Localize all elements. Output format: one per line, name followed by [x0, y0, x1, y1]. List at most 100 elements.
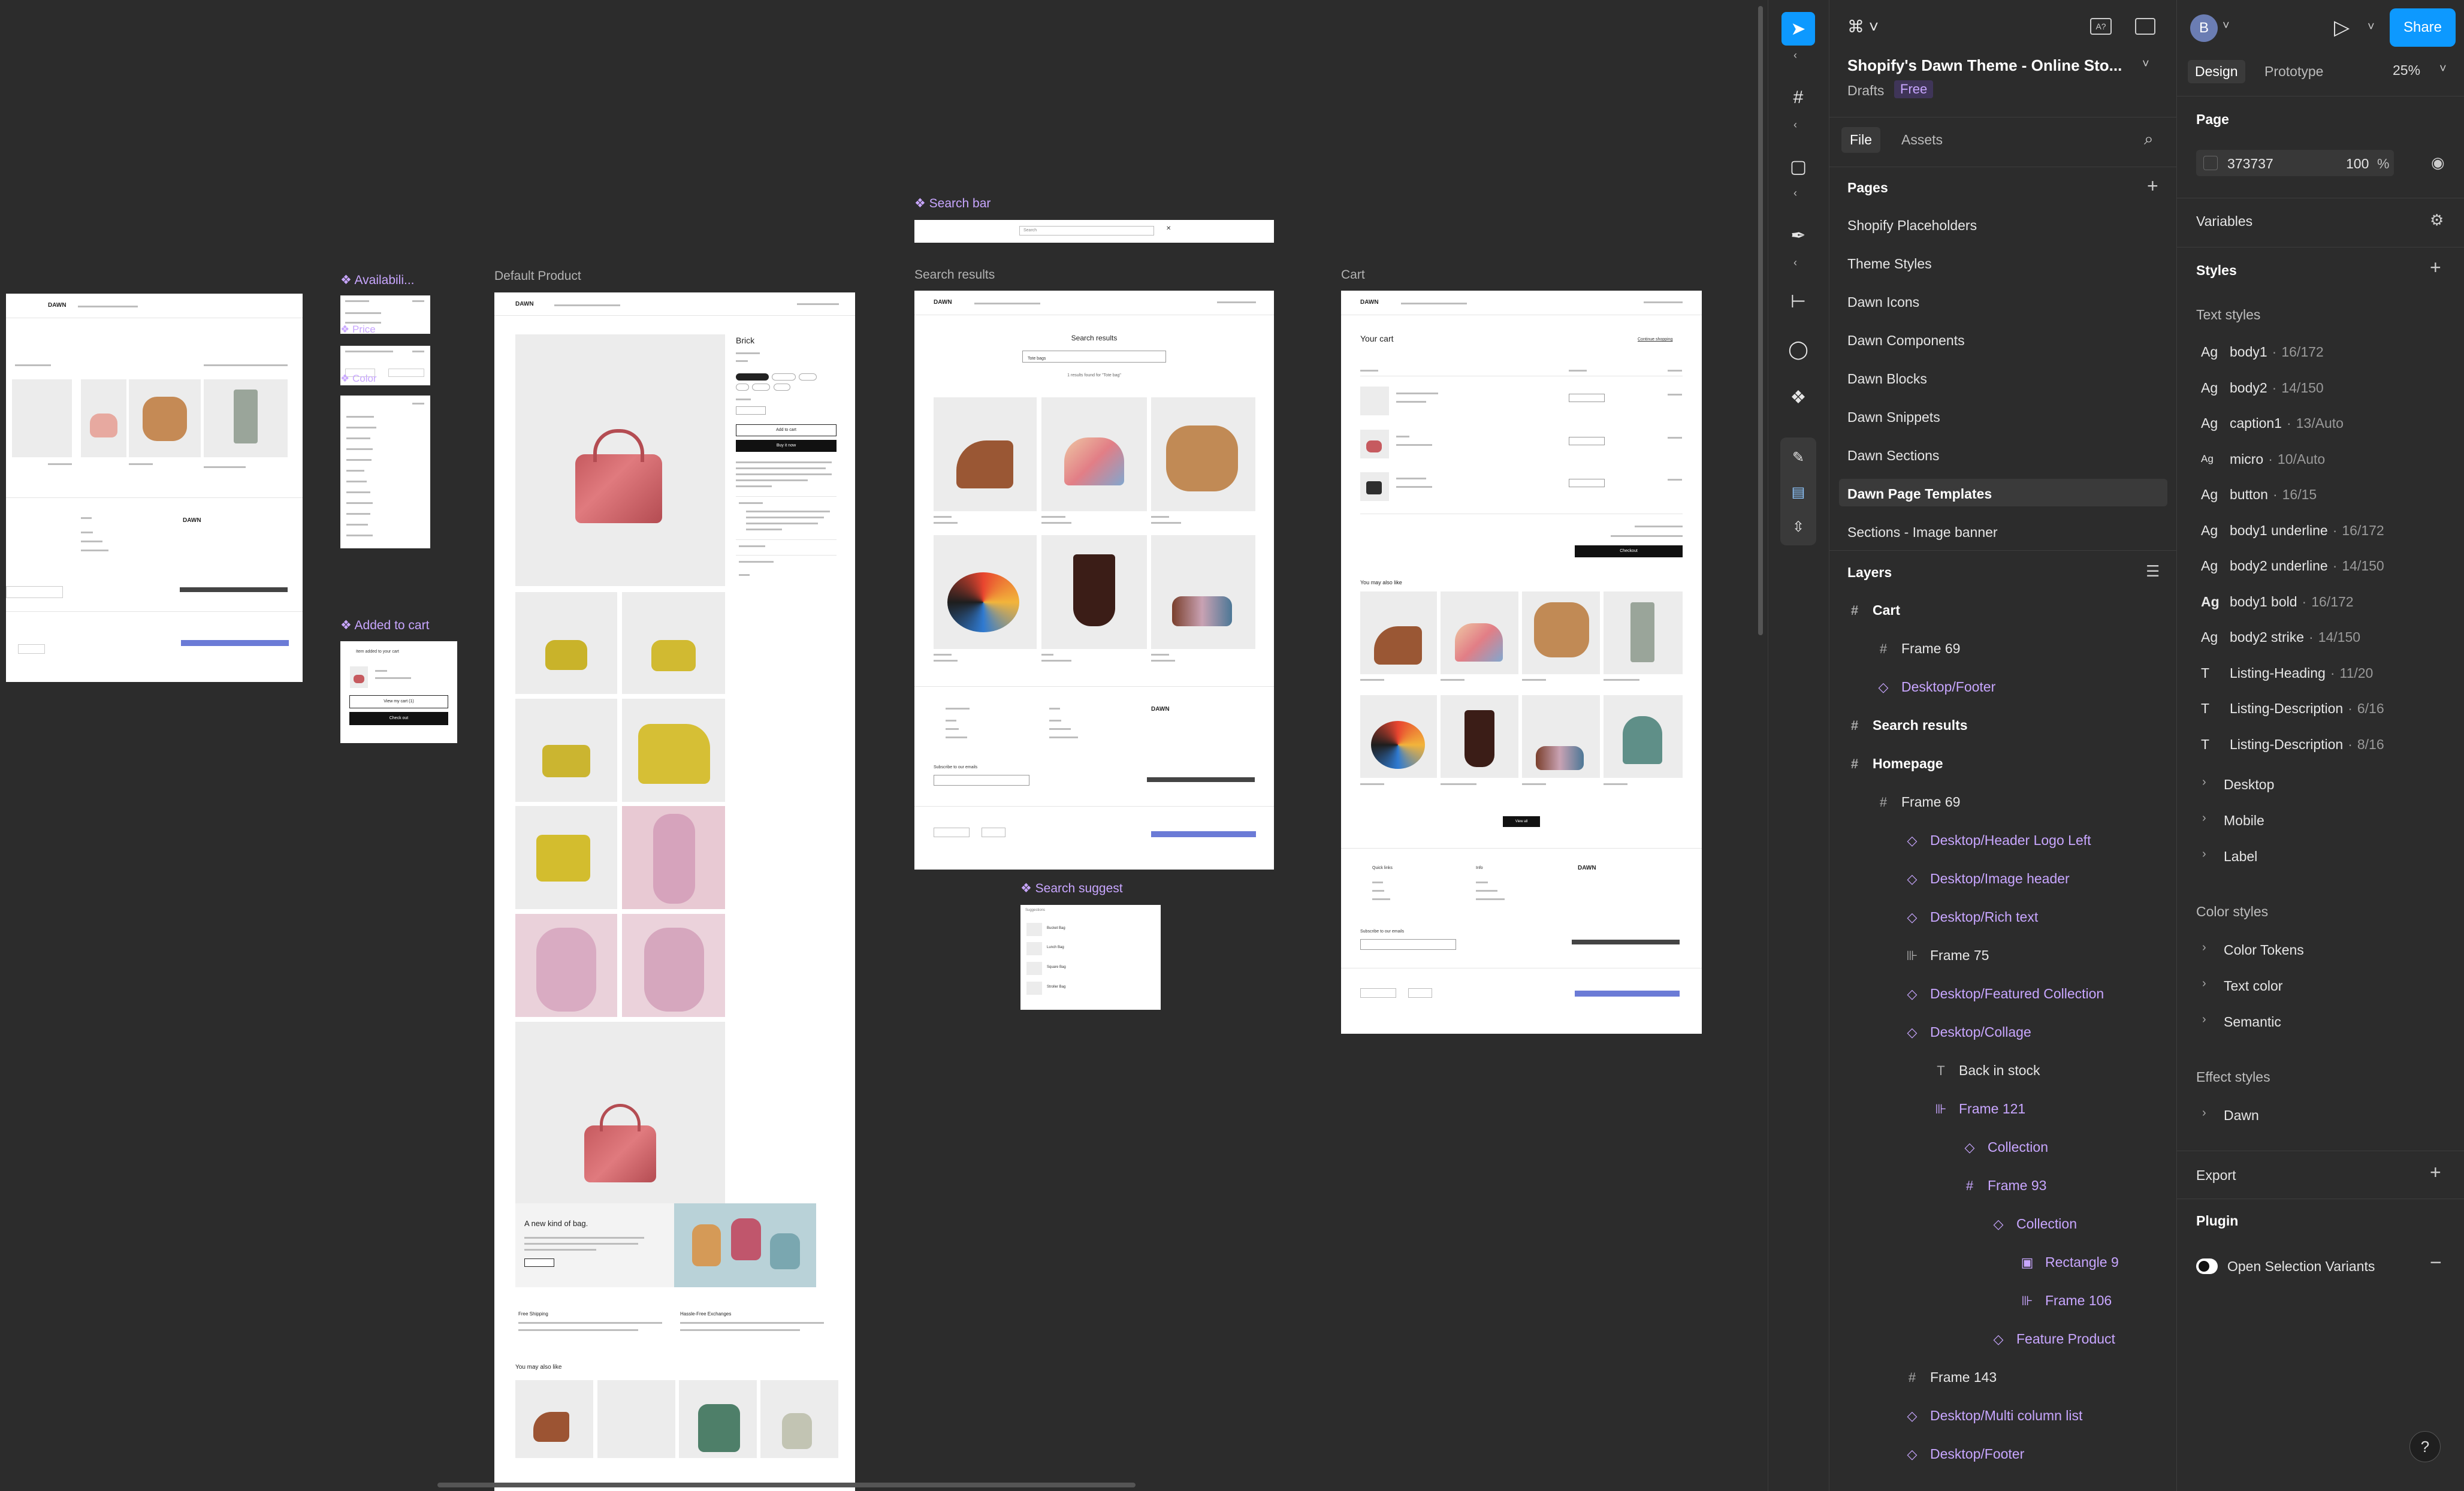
tab-prototype[interactable]: Prototype: [2257, 60, 2330, 83]
price-label[interactable]: ❖ Price: [340, 324, 376, 336]
add-style-icon[interactable]: +: [2430, 256, 2441, 279]
style-group[interactable]: Text color: [2224, 978, 2282, 994]
page-opacity-value[interactable]: 100: [2346, 156, 2369, 172]
spacing-tool-icon[interactable]: ⇳: [1781, 510, 1815, 544]
text-style-item[interactable]: Ag caption1 · 13/Auto: [2201, 415, 2344, 431]
share-button[interactable]: Share: [2390, 8, 2456, 47]
layer-row[interactable]: ⊪ Frame 121: [1934, 1101, 2025, 1117]
search-results-frame[interactable]: DAWN Search results Tote bags 1 results …: [914, 291, 1274, 870]
color-label[interactable]: ❖ Color: [340, 373, 377, 385]
remove-plugin-icon[interactable]: −: [2430, 1251, 2442, 1275]
layer-row[interactable]: ◇ Desktop/Header Logo Left: [1905, 832, 2091, 849]
layer-row[interactable]: # Homepage: [1847, 756, 1943, 772]
page-item[interactable]: Dawn Components: [1847, 333, 1965, 349]
layer-row[interactable]: ▣ Rectangle 9: [2020, 1254, 2119, 1270]
style-group[interactable]: Semantic: [2224, 1014, 2281, 1030]
chevron-right-icon[interactable]: ›: [2202, 811, 2206, 825]
layer-row[interactable]: ◇ Desktop/Footer: [1876, 679, 1996, 695]
layer-row[interactable]: # Frame 69: [1876, 794, 1961, 810]
comment-tool-icon[interactable]: ◯: [1781, 333, 1815, 366]
pen-tool-icon[interactable]: ✒: [1781, 219, 1815, 252]
cart-label[interactable]: Cart: [1341, 268, 1365, 282]
style-group[interactable]: Mobile: [2224, 813, 2264, 829]
chevron-down-icon[interactable]: ˅: [2368, 20, 2375, 34]
layer-row[interactable]: # Search results: [1847, 717, 1968, 734]
add-page-icon[interactable]: +: [2147, 175, 2158, 197]
frame-collection-partial[interactable]: DAWN DAWN: [6, 294, 303, 682]
measure-tool-icon[interactable]: ▤: [1781, 475, 1815, 509]
page-item[interactable]: Theme Styles: [1847, 256, 1932, 272]
variables-settings-icon[interactable]: ⚙: [2430, 211, 2444, 230]
added-to-cart-label[interactable]: ❖ Added to cart: [340, 618, 429, 633]
layer-row[interactable]: ◇ Desktop/Featured Collection: [1905, 986, 2104, 1002]
chevron-right-icon[interactable]: ›: [2202, 847, 2206, 861]
layer-row[interactable]: # Frame 93: [1962, 1178, 2047, 1194]
search-bar-component[interactable]: Search ✕: [914, 220, 1274, 243]
eye-icon[interactable]: ◉: [2431, 153, 2445, 172]
variables-header[interactable]: Variables: [2196, 213, 2252, 230]
chevron-down-icon[interactable]: ‹: [1793, 256, 1797, 269]
text-style-item[interactable]: Ag body1 · 16/172: [2201, 344, 2324, 360]
color-component[interactable]: [340, 396, 430, 548]
text-style-item[interactable]: Ag micro · 10/Auto: [2201, 451, 2325, 467]
horizontal-scrollbar[interactable]: [437, 1483, 1136, 1487]
ai-icon[interactable]: A?: [2090, 18, 2112, 35]
layer-row[interactable]: ◇ Desktop/Rich text: [1905, 909, 2039, 925]
text-style-item[interactable]: Ag button · 16/15: [2201, 487, 2317, 503]
help-button[interactable]: ?: [2409, 1431, 2441, 1462]
layer-row[interactable]: ⊪ Frame 106: [2020, 1293, 2112, 1309]
layers-list-icon[interactable]: ☰: [2146, 562, 2160, 581]
chevron-right-icon[interactable]: ›: [2202, 977, 2206, 991]
chevron-down-icon[interactable]: ‹: [1793, 119, 1797, 131]
tab-file[interactable]: File: [1841, 127, 1881, 153]
layer-row[interactable]: ◇ Collection: [1962, 1139, 2048, 1155]
layer-row[interactable]: ◇ Feature Product: [1991, 1331, 2115, 1347]
default-product-label[interactable]: Default Product: [494, 269, 581, 283]
vertical-scrollbar[interactable]: [1758, 6, 1763, 635]
default-product-frame[interactable]: DAWN Brick Add to cart Buy it now A new …: [494, 292, 855, 1491]
cart-frame[interactable]: DAWN Your cart Continue shopping Checkou…: [1341, 291, 1702, 1034]
layer-row[interactable]: # Frame 69: [1876, 641, 1961, 657]
text-style-item[interactable]: T Listing-Heading · 11/20: [2201, 665, 2373, 681]
annotate-tool-icon[interactable]: ✎: [1781, 440, 1815, 474]
search-bar-label[interactable]: ❖ Search bar: [914, 196, 991, 211]
tab-design[interactable]: Design: [2188, 60, 2245, 83]
file-location[interactable]: Drafts: [1847, 83, 1884, 99]
file-title[interactable]: Shopify's Dawn Theme - Online Sto...: [1847, 56, 2122, 75]
text-style-item[interactable]: Ag body2 strike · 14/150: [2201, 629, 2360, 645]
search-results-label[interactable]: Search results: [914, 268, 995, 282]
layer-row[interactable]: ◇ Desktop/Collage: [1905, 1024, 2031, 1040]
chevron-down-icon[interactable]: ˅: [2223, 19, 2230, 33]
availability-label[interactable]: ❖ Availabili...: [340, 273, 415, 288]
style-group[interactable]: Desktop: [2224, 777, 2274, 793]
avatar[interactable]: B: [2190, 14, 2218, 42]
chevron-down-icon[interactable]: ‹: [1793, 187, 1797, 200]
layer-row[interactable]: ◇ Collection: [1991, 1216, 2077, 1232]
chevron-down-icon[interactable]: ‹: [1793, 49, 1797, 62]
page-color-value[interactable]: 373737: [2227, 156, 2273, 172]
tab-assets[interactable]: Assets: [1893, 127, 1951, 153]
zoom-level[interactable]: 25%: [2393, 62, 2420, 79]
text-style-item[interactable]: Ag body1 underline · 16/172: [2201, 523, 2384, 539]
page-item[interactable]: Sections - Image banner: [1847, 524, 1998, 541]
text-style-item[interactable]: Ag body2 underline · 14/150: [2201, 558, 2384, 574]
text-style-item[interactable]: Ag body1 bold · 16/172: [2201, 594, 2354, 610]
style-group[interactable]: Color Tokens: [2224, 942, 2304, 958]
figma-menu-icon[interactable]: ⌘ ˅: [1847, 17, 1879, 37]
layer-row[interactable]: ◇ Desktop/Footer: [1905, 1446, 2025, 1462]
panel-toggle-icon[interactable]: [2135, 18, 2155, 35]
add-export-icon[interactable]: +: [2430, 1161, 2441, 1184]
move-tool-icon[interactable]: ➤: [1781, 12, 1815, 46]
layer-row[interactable]: ⊪ Frame 75: [1905, 947, 1989, 964]
search-suggest-label[interactable]: ❖ Search suggest: [1020, 881, 1123, 896]
layer-row[interactable]: T Back in stock: [1934, 1063, 2040, 1079]
style-group[interactable]: Label: [2224, 849, 2257, 865]
frame-tool-icon[interactable]: #: [1781, 81, 1815, 114]
page-item[interactable]: Dawn Blocks: [1847, 371, 1927, 387]
text-style-item[interactable]: T Listing-Description · 6/16: [2201, 701, 2384, 717]
chevron-right-icon[interactable]: ›: [2202, 775, 2206, 789]
components-tool-icon[interactable]: ❖: [1781, 381, 1815, 414]
added-to-cart-component[interactable]: Item added to your cart View my cart (1)…: [340, 641, 457, 743]
chevron-down-icon[interactable]: ˅: [2142, 58, 2149, 71]
page-color-swatch[interactable]: [2203, 156, 2218, 170]
